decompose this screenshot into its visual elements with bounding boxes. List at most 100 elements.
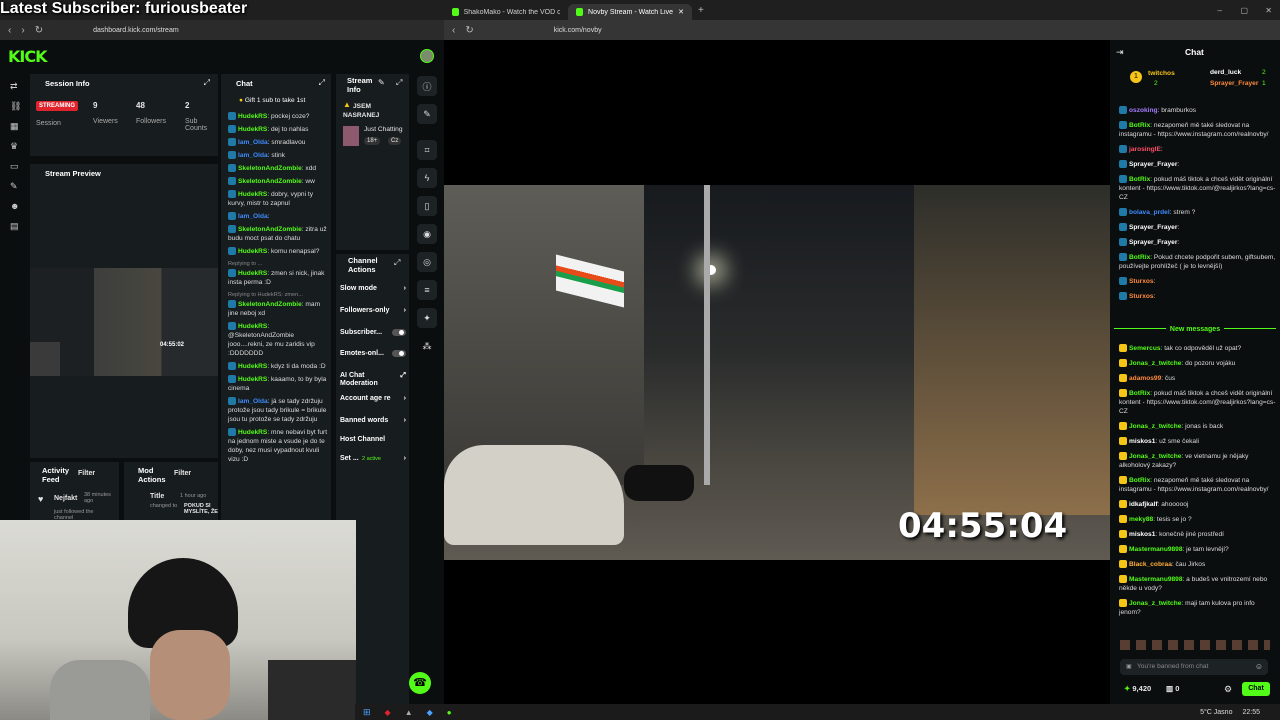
chat-username[interactable]: HudekRS bbox=[238, 270, 267, 277]
collapse-icon[interactable]: ⇄ bbox=[10, 82, 19, 91]
chat-username[interactable]: Jonas_z_twitche bbox=[1129, 453, 1181, 460]
taskbar-weather[interactable]: 5°C Jasno bbox=[1200, 709, 1232, 716]
chat-username[interactable]: HudekRS bbox=[238, 323, 267, 330]
support-button[interactable]: ☎ bbox=[409, 672, 431, 694]
chat-username[interactable]: Iam_Olda bbox=[238, 398, 268, 405]
chat-username[interactable]: miskos1 bbox=[1129, 438, 1155, 445]
expand-icon[interactable]: ⤢ bbox=[394, 258, 400, 268]
chat-username[interactable]: Jonas_z_twitche bbox=[1129, 600, 1181, 607]
reload-icon[interactable]: ↻ bbox=[465, 25, 473, 36]
channel-points[interactable]: ✦ 9,420 bbox=[1124, 684, 1151, 693]
chat-username[interactable]: HudekRS bbox=[238, 248, 267, 255]
chat-username[interactable]: Sprayer_Frayer bbox=[1129, 161, 1177, 168]
chat-username[interactable]: Sturxos bbox=[1129, 293, 1154, 300]
activity-filter[interactable]: Filter bbox=[78, 470, 95, 477]
expand-icon[interactable]: ⤢ bbox=[204, 78, 210, 88]
reload-icon[interactable]: ↻ bbox=[35, 25, 43, 36]
chat-username[interactable]: BotRix bbox=[1129, 477, 1150, 484]
broadcast-icon[interactable]: ◎ bbox=[417, 252, 437, 272]
chat-username[interactable]: adamos99 bbox=[1129, 375, 1161, 382]
info-icon[interactable]: ⓘ bbox=[417, 76, 437, 96]
grid-icon[interactable]: ▦ bbox=[10, 122, 19, 131]
chat-username[interactable]: HudekRS bbox=[238, 126, 267, 133]
channel-action-row[interactable]: Emotes-onl... bbox=[340, 350, 406, 358]
chat-input[interactable]: ▣ You're banned from chat ☺ bbox=[1120, 659, 1268, 675]
back-icon[interactable]: ‹ bbox=[452, 25, 455, 36]
users-icon[interactable]: ☻ bbox=[10, 202, 19, 211]
profile-avatar[interactable] bbox=[420, 49, 434, 63]
chat-bubble-icon[interactable]: ◉ bbox=[417, 224, 437, 244]
app-icon[interactable]: ▲ bbox=[405, 708, 413, 717]
tools-icon[interactable]: ✦ bbox=[417, 308, 437, 328]
channel-action-row[interactable]: Slow mode › bbox=[340, 285, 406, 293]
inbox-icon[interactable]: ▤ bbox=[10, 222, 19, 231]
chat-username[interactable]: HudekRS bbox=[238, 376, 267, 383]
channel-action-row[interactable]: Subscriber... bbox=[340, 329, 406, 337]
collapse-chat-icon[interactable]: ⇥ bbox=[1116, 47, 1124, 58]
chat-username[interactable]: Sprayer_Frayer bbox=[1129, 224, 1177, 231]
link-icon[interactable]: ⛓ bbox=[10, 102, 21, 111]
chat-username[interactable]: meky88 bbox=[1129, 516, 1153, 523]
channel-action-row[interactable]: Followers-only › bbox=[340, 307, 406, 315]
chat-settings-icon[interactable]: ⚙ bbox=[1224, 684, 1232, 695]
chat-username[interactable]: Jonas_z_twitche bbox=[1129, 423, 1181, 430]
channel-action-row[interactable]: Host Channel bbox=[340, 436, 406, 444]
maximize-icon[interactable]: ▢ bbox=[1240, 6, 1248, 15]
tab-novby[interactable]: Novby Stream - Watch Live o... ✕ bbox=[568, 4, 692, 20]
chat-send-button[interactable]: Chat bbox=[1242, 682, 1270, 696]
video-player[interactable]: 04:55:04 bbox=[444, 40, 1110, 704]
tab-shakomako[interactable]: ShakoMako - Watch the VOD on Kick bbox=[444, 4, 568, 20]
share-icon[interactable]: ⁂ bbox=[417, 336, 437, 356]
chat-username[interactable]: SkeletonAndZombie bbox=[238, 178, 302, 185]
channel-action-row[interactable]: Account age re › bbox=[340, 395, 406, 403]
minimize-icon[interactable]: – bbox=[1218, 6, 1222, 15]
close-window-icon[interactable]: ✕ bbox=[1265, 6, 1272, 15]
chat-username[interactable]: Semercus bbox=[1129, 345, 1161, 352]
chat-username[interactable]: Iam_Olda bbox=[238, 152, 268, 159]
emote-picker-icon[interactable]: ☺ bbox=[1255, 662, 1263, 671]
chat-username[interactable]: Iam_Olda bbox=[238, 213, 268, 220]
crop-icon[interactable]: ⌗ bbox=[417, 140, 437, 160]
app-icon[interactable]: ◆ bbox=[427, 708, 433, 717]
left-url-field[interactable]: dashboard.kick.com/stream bbox=[83, 23, 333, 37]
chat-username[interactable]: HudekRS bbox=[238, 363, 267, 370]
chat-username[interactable]: Sprayer_Frayer bbox=[1129, 239, 1177, 246]
chat-username[interactable]: Sturxos bbox=[1129, 278, 1154, 285]
kick-logo[interactable]: KICK bbox=[8, 47, 47, 66]
video-icon[interactable]: ▭ bbox=[10, 162, 19, 171]
chat-username[interactable]: HudekRS bbox=[238, 191, 267, 198]
chat-username[interactable]: BotRix bbox=[1129, 176, 1150, 183]
toggle-switch[interactable] bbox=[392, 329, 406, 336]
chat-username[interactable]: Jonas_z_twitche bbox=[1129, 360, 1181, 367]
toggle-switch[interactable] bbox=[392, 350, 406, 357]
right-url-field[interactable]: kick.com/novby bbox=[544, 23, 1044, 37]
chat-username[interactable]: BotRix bbox=[1129, 254, 1150, 261]
mod-filter[interactable]: Filter bbox=[174, 470, 191, 477]
chat-username[interactable]: BotRix bbox=[1129, 390, 1150, 397]
chat-username[interactable]: bolava_prdel bbox=[1129, 209, 1170, 216]
gift-sub-banner[interactable]: ● Gift 1 sub to take 1st bbox=[239, 97, 305, 104]
wrench-icon[interactable]: ✎ bbox=[10, 182, 19, 191]
app-icon[interactable]: ● bbox=[447, 708, 452, 717]
bits[interactable]: ▥ 0 bbox=[1166, 684, 1179, 693]
chat-username[interactable]: SkeletonAndZombie bbox=[238, 226, 302, 233]
pen-icon[interactable]: ✎ bbox=[417, 104, 437, 124]
flash-icon[interactable]: ϟ bbox=[417, 168, 437, 188]
chat-username[interactable]: HudekRS bbox=[238, 113, 267, 120]
layers-icon[interactable]: ≡ bbox=[417, 280, 437, 300]
file-icon[interactable]: ▯ bbox=[417, 196, 437, 216]
chat-username[interactable]: HudekRS bbox=[238, 429, 267, 436]
edit-icon[interactable]: ✎ bbox=[378, 78, 385, 87]
channel-action-row[interactable]: AI Chat Moderation ⤢ bbox=[340, 372, 406, 388]
expand-icon[interactable]: ⤢ bbox=[396, 78, 402, 88]
chat-username[interactable]: Mastermanu9898 bbox=[1129, 546, 1183, 553]
chat-username[interactable]: BotRix bbox=[1129, 122, 1150, 129]
trophy-icon[interactable]: ♛ bbox=[10, 142, 19, 151]
new-tab-icon[interactable]: + bbox=[698, 5, 704, 16]
expand-icon[interactable]: ⤢ bbox=[319, 78, 325, 88]
close-tab-icon[interactable]: ✕ bbox=[678, 8, 684, 16]
channel-action-row[interactable]: Banned words › bbox=[340, 417, 406, 425]
chat-username[interactable]: Black_cobraa bbox=[1129, 561, 1172, 568]
taskbar-clock[interactable]: 22:55 bbox=[1242, 709, 1260, 716]
chat-username[interactable]: oszoking bbox=[1129, 107, 1158, 114]
